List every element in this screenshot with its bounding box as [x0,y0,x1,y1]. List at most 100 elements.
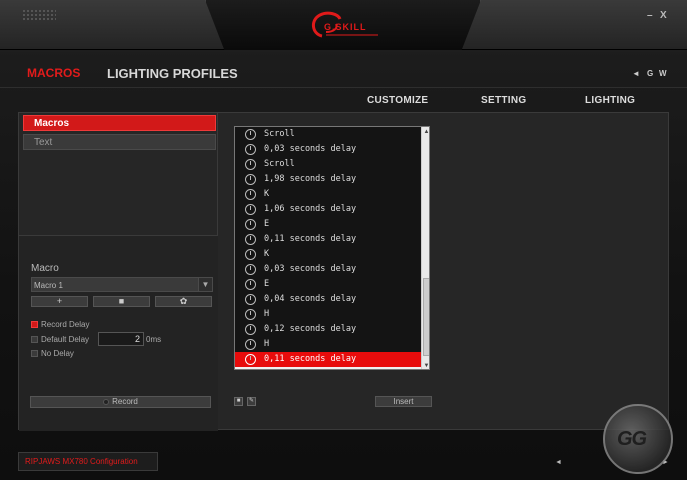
list-item[interactable]: K [235,247,421,262]
list-item[interactable]: E [235,217,421,232]
event-text: K [264,189,270,199]
event-text: 0,03 seconds delay [264,264,357,274]
scrollbar-thumb[interactable] [423,278,429,356]
event-text: Scroll [264,129,295,139]
default-delay-input[interactable]: 2 [98,332,144,346]
close-button[interactable]: X [660,10,667,21]
scroll-down-icon[interactable]: ▼ [422,361,429,369]
delay-clock-icon [245,354,256,365]
key-down-icon [245,189,256,200]
logo-text: G.SKILL [324,22,367,32]
edit-icon[interactable]: ✎ [247,397,256,406]
g-key-button[interactable]: G [647,69,653,78]
option-no-delay[interactable]: No Delay [31,349,74,358]
scroll-up-icon[interactable]: ▲ [422,127,429,137]
key-up-icon [245,279,256,290]
key-up-icon [245,129,256,140]
tab-lighting-profiles[interactable]: LIGHTING PROFILES [107,66,238,81]
event-text: 1,98 seconds delay [264,174,357,184]
app-window: G.SKILL – X MACROS LIGHTING PROFILES ◄ G… [0,0,687,480]
event-text: 0,03 seconds delay [264,144,357,154]
list-item[interactable]: 0,03 seconds delay [235,142,421,157]
delay-clock-icon [245,324,256,335]
key-down-icon [245,309,256,320]
subtab-lighting[interactable]: LIGHTING [585,95,635,106]
event-text: 0,11 seconds delay [264,354,357,364]
option-default-delay[interactable]: Default Delay [31,335,89,344]
event-text: Scroll [264,159,295,169]
event-text: 0,04 seconds delay [264,294,357,304]
record-icon [103,399,110,405]
record-button[interactable]: Record [30,396,211,408]
sub-nav: CUSTOMIZE SETTING LIGHTING [0,92,687,112]
delay-clock-icon [245,204,256,215]
list-item[interactable]: Scroll [235,127,421,142]
main-panel: Macros Text Macro Macro 1 ▼ + ■ ✿ Record… [18,112,669,431]
subtab-customize[interactable]: CUSTOMIZE [367,95,428,106]
key-up-icon [245,249,256,260]
option-label: No Delay [41,349,74,358]
delete-macro-button[interactable]: ■ [93,296,150,307]
macro-panel: Macro Macro 1 ▼ + ■ ✿ Record Delay Defau… [19,235,218,431]
title-bar: G.SKILL – X [0,0,687,50]
back-icon[interactable]: ◄ [632,69,640,78]
chevron-down-icon[interactable]: ▼ [198,277,213,292]
option-record-delay[interactable]: Record Delay [31,320,89,329]
event-text: H [264,309,270,319]
w-key-button[interactable]: W [659,69,667,78]
delay-clock-icon [245,234,256,245]
event-list-scrollbar[interactable]: ▲ ▼ [421,127,429,369]
list-item[interactable]: H [235,337,421,352]
list-item[interactable]: 0,12 seconds delay [235,322,421,337]
watermark-text: GG [617,428,647,450]
list-item[interactable]: 0,11 seconds delay [235,232,421,247]
list-item[interactable]: 0,03 seconds delay [235,262,421,277]
gskill-logo: G.SKILL [304,8,386,42]
event-text: E [264,279,270,289]
radio-record-delay[interactable] [31,321,38,328]
macro-select[interactable]: Macro 1 [31,277,199,292]
event-text: H [264,339,270,349]
add-macro-button[interactable]: + [31,296,88,307]
key-down-icon [245,219,256,230]
delay-clock-icon [245,294,256,305]
macro-panel-title: Macro [31,263,59,274]
key-up-icon [245,339,256,350]
macro-settings-button[interactable]: ✿ [155,296,212,307]
delay-clock-icon [245,144,256,155]
list-item[interactable]: 0,04 seconds delay [235,292,421,307]
event-text: E [264,219,270,229]
event-text: 0,11 seconds delay [264,234,357,244]
square-icon[interactable]: ■ [234,397,243,406]
watermark-logo: GG [603,404,673,474]
option-label: Default Delay [41,335,90,344]
left-pane: Macros Text Macro Macro 1 ▼ + ■ ✿ Record… [19,113,218,431]
list-item[interactable]: 1,06 seconds delay [235,202,421,217]
speaker-grille-decoration [22,9,56,21]
list-item-macros[interactable]: Macros [23,115,216,131]
list-item-selected[interactable]: 0,11 seconds delay [235,352,421,367]
record-label: Record [112,397,138,406]
list-item[interactable]: H [235,307,421,322]
list-item[interactable]: 1,98 seconds delay [235,172,421,187]
device-config-label: RIPJAWS MX780 Configuration [18,452,158,471]
delay-clock-icon [245,264,256,275]
subtab-setting[interactable]: SETTING [481,95,526,106]
radio-no-delay[interactable] [31,350,38,357]
insert-button[interactable]: Insert [375,396,432,407]
list-item[interactable]: E [235,277,421,292]
list-item-text[interactable]: Text [23,134,216,150]
event-text: 1,06 seconds delay [264,204,357,214]
macro-event-list[interactable]: Scroll 0,03 seconds delay Scroll 1,98 se… [234,126,430,370]
list-item[interactable]: Scroll [235,157,421,172]
option-label: Record Delay [41,320,90,329]
event-text: 0,12 seconds delay [264,324,357,334]
radio-default-delay[interactable] [31,336,38,343]
key-up-icon [245,159,256,170]
prev-arrow-icon[interactable]: ◄ [555,459,562,466]
list-item[interactable]: K [235,187,421,202]
tab-macros[interactable]: MACROS [27,66,80,80]
minimize-button[interactable]: – [647,10,653,21]
delay-unit: 0ms [146,335,162,344]
delay-clock-icon [245,174,256,185]
